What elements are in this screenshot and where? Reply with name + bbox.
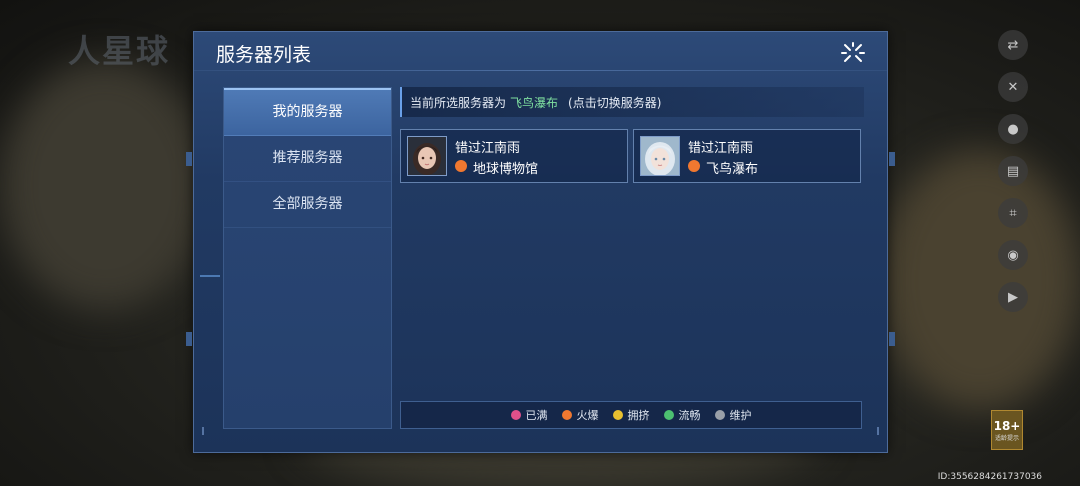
switch-server-hint: (点击切换服务器) — [568, 96, 662, 110]
dark-haired-avatar — [407, 136, 447, 176]
character-card[interactable]: 错过江南雨 地球博物馆 — [400, 129, 628, 183]
nav-all-servers[interactable]: 全部服务器 — [224, 182, 391, 228]
character-card[interactable]: 错过江南雨 飞鸟瀑布 — [633, 129, 861, 183]
status-smooth-icon — [663, 410, 674, 420]
age-rating-badge: 18+ 适龄提示 — [991, 410, 1023, 450]
character-name: 错过江南雨 — [688, 141, 754, 156]
legend-hot: 火爆 — [561, 407, 599, 423]
bg-shape — [0, 60, 210, 310]
current-server-prefix: 当前所选服务器为 — [410, 96, 507, 110]
bg-shape — [880, 150, 1080, 410]
notice-icon[interactable]: ▤ — [998, 156, 1028, 186]
side-toolbar: ⇄ ✕ ● ▤ ⌗ ◉ ▶ — [998, 30, 1028, 324]
legend-crowded: 拥挤 — [612, 407, 650, 423]
server-list-dialog: 服务器列表 我的服务器 推荐服务器 全部服务器 当前所选服务器为 飞鸟瀑布 (点击切… — [186, 31, 895, 453]
character-server: 地球博物馆 — [473, 162, 539, 177]
dialog-side-tab — [186, 152, 192, 166]
legend-label: 维护 — [729, 409, 752, 422]
status-hot-icon — [561, 410, 572, 420]
user-id: ID:3556284261737036 — [937, 472, 1042, 482]
tools-icon[interactable]: ✕ — [998, 72, 1028, 102]
character-name: 错过江南雨 — [455, 141, 521, 156]
character-server: 飞鸟瀑布 — [706, 162, 759, 177]
status-full-icon — [510, 410, 521, 420]
legend-label: 已满 — [525, 409, 548, 422]
corner-mark — [877, 427, 879, 435]
user-icon[interactable]: ● — [998, 114, 1028, 144]
game-logo: 人星球 — [68, 32, 171, 70]
scan-icon[interactable]: ⌗ — [998, 198, 1028, 228]
corner-mark — [202, 427, 204, 435]
title-divider — [194, 70, 887, 71]
server-status-icon — [688, 160, 700, 172]
legend-label: 流畅 — [678, 409, 701, 422]
legend-maintenance: 维护 — [714, 407, 752, 423]
legend-label: 拥挤 — [627, 409, 650, 422]
dialog-side-tab — [889, 152, 895, 166]
legend-label: 火爆 — [576, 409, 599, 422]
status-maintenance-icon — [714, 410, 725, 420]
status-crowded-icon — [612, 410, 623, 420]
current-server-text: 当前所选服务器为 飞鸟瀑布 (点击切换服务器) — [410, 94, 661, 111]
dialog-side-tab — [889, 332, 895, 346]
current-server-bar[interactable]: 当前所选服务器为 飞鸟瀑布 (点击切换服务器) — [400, 87, 864, 117]
nav-recommended-servers[interactable]: 推荐服务器 — [224, 136, 391, 182]
nav-accent-line — [200, 275, 220, 277]
server-pane: 当前所选服务器为 飞鸟瀑布 (点击切换服务器) 错过江南雨 地球博物馆 错过江南… — [400, 87, 864, 429]
translate-icon[interactable]: ⇄ — [998, 30, 1028, 60]
legend-smooth: 流畅 — [663, 407, 701, 423]
headset-icon[interactable]: ◉ — [998, 240, 1028, 270]
legend-full: 已满 — [510, 407, 548, 423]
video-icon[interactable]: ▶ — [998, 282, 1028, 312]
server-status-legend: 已满 火爆 拥挤 流畅 维护 — [400, 401, 862, 429]
age-rating-caption: 适龄提示 — [994, 434, 1019, 442]
server-status-icon — [455, 160, 467, 172]
dialog-side-tab — [186, 332, 192, 346]
close-icon[interactable] — [839, 42, 867, 64]
dialog-title: 服务器列表 — [216, 44, 312, 66]
age-rating-number: 18+ — [993, 418, 1021, 433]
current-server-name: 飞鸟瀑布 — [510, 96, 559, 110]
server-category-nav: 我的服务器 推荐服务器 全部服务器 — [223, 87, 392, 429]
white-haired-avatar — [640, 136, 680, 176]
nav-my-servers[interactable]: 我的服务器 — [224, 88, 391, 136]
